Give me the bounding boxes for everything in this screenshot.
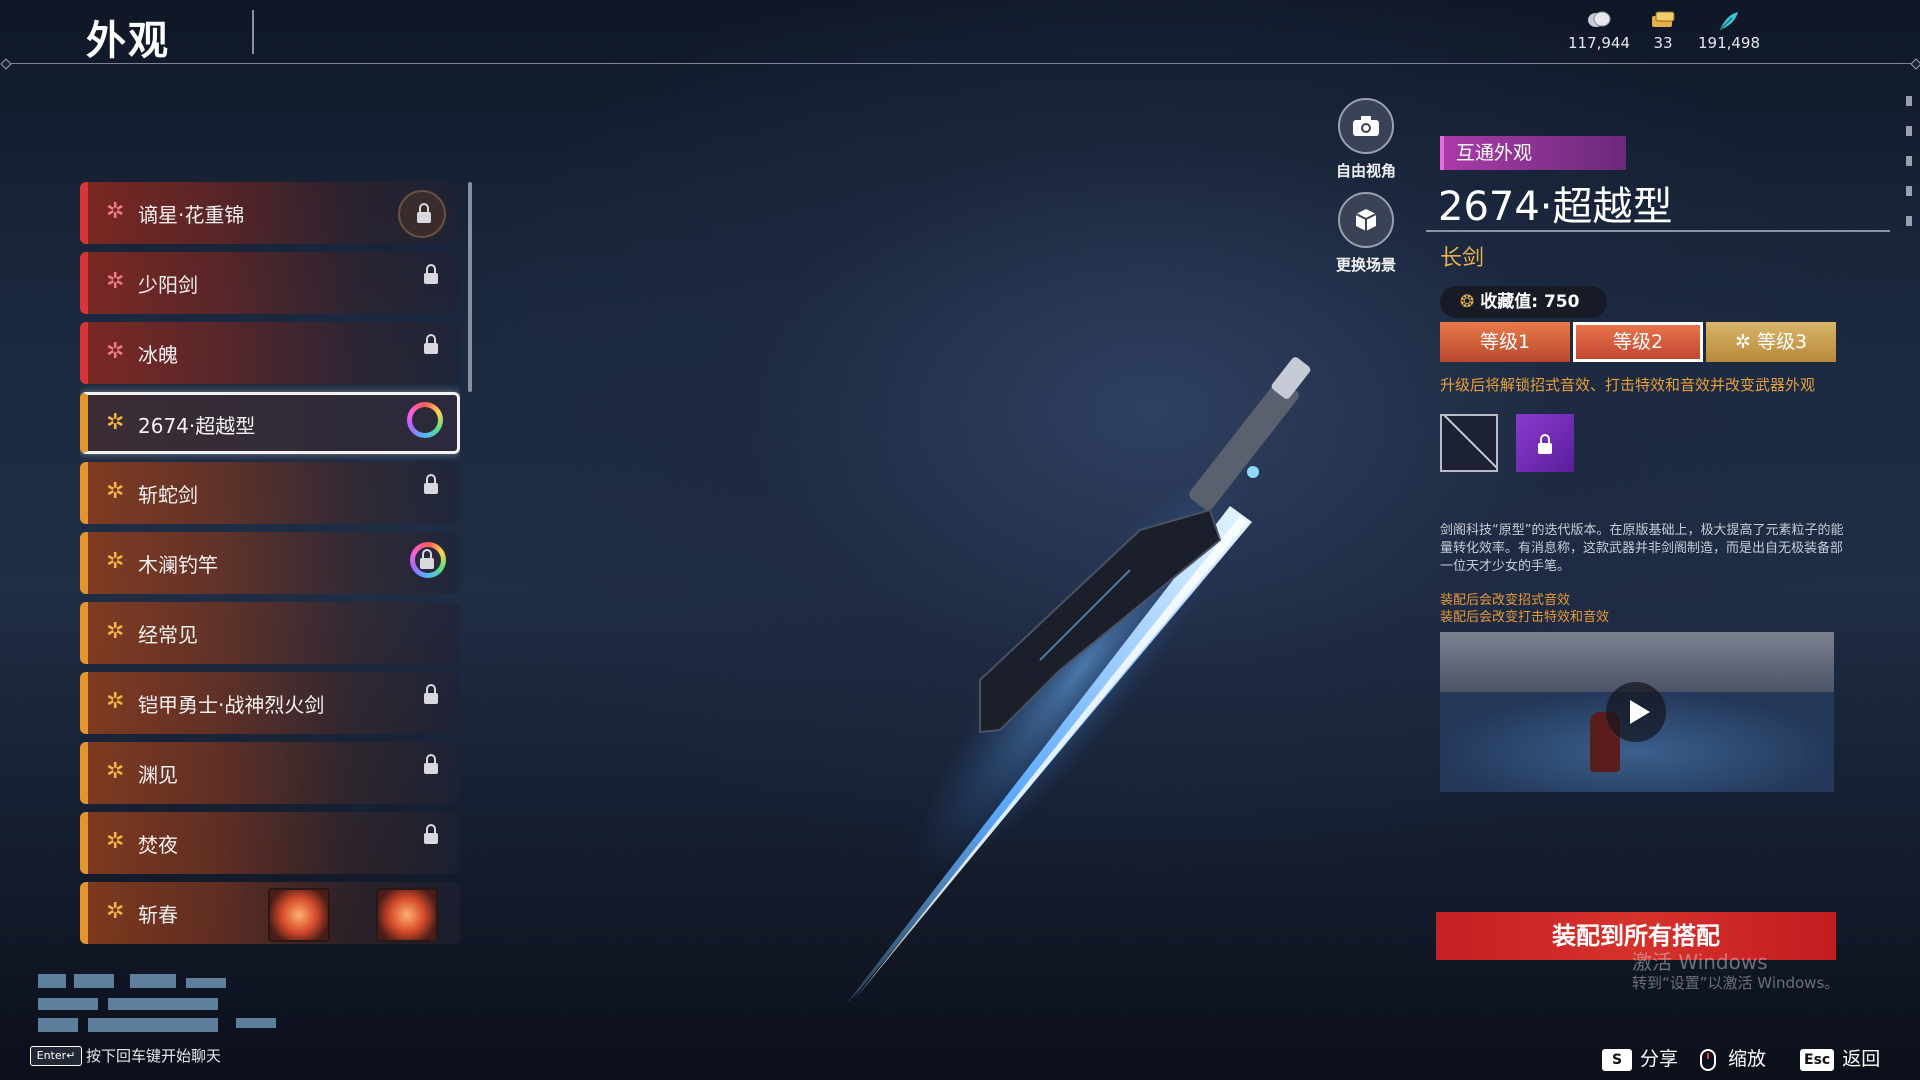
windows-activation-hint: 转到“设置”以激活 Windows。 — [1632, 974, 1840, 992]
list-item-label: 木澜钓竿 — [138, 553, 218, 577]
list-item[interactable]: ✲ 冰魄 — [80, 322, 460, 384]
top-bar: 外观 117,944 33 191,498 — [0, 0, 1920, 64]
enter-key-hint: Enter↵ — [30, 1046, 82, 1066]
rarity-star-icon: ✲ — [106, 410, 125, 435]
currency-feather: 191,498 — [1684, 10, 1774, 52]
chat-hint: 按下回车键开始聊天 — [86, 1047, 222, 1065]
collection-icon: ❂ — [1460, 292, 1475, 312]
effect-line: 装配后会改变打击特效和音效 — [1440, 610, 1610, 625]
rarity-star-icon: ✲ — [106, 619, 125, 644]
rarity-star-icon: ✲ — [106, 759, 125, 784]
preview-video[interactable] — [1440, 632, 1834, 792]
list-item[interactable]: ✲ 斩春 — [80, 882, 460, 944]
mouse-icon — [1700, 1048, 1720, 1071]
share-label: 分享 — [1640, 1048, 1679, 1070]
rainbow-ring-icon — [407, 402, 443, 438]
appearance-list[interactable]: ✲ 谪星·花重锦 ✲ 少阳剑 ✲ 冰魄 ✲ 2674·超越型 ✲ 斩蛇剑 ✲ 木… — [80, 182, 460, 962]
rarity-star-icon: ✲ — [106, 689, 125, 714]
play-icon[interactable] — [1606, 682, 1666, 742]
cube-icon — [1338, 192, 1394, 248]
lock-icon — [417, 203, 431, 223]
lock-icon — [424, 684, 438, 704]
share-key: S — [1602, 1048, 1632, 1071]
appearance-slot-locked[interactable] — [1516, 414, 1574, 472]
round-badge-icon — [398, 190, 446, 238]
esc-key: Esc — [1800, 1048, 1835, 1071]
zoom-label: 缩放 — [1728, 1048, 1767, 1070]
list-item-label: 斩春 — [138, 903, 178, 927]
weapon-type: 长剑 — [1440, 246, 1485, 271]
free-view-button[interactable]: 自由视角 — [1311, 98, 1421, 181]
lantern-icon — [268, 888, 330, 942]
cross-platform-tag: 互通外观 — [1440, 136, 1626, 170]
lock-icon — [424, 334, 438, 354]
feather-icon — [1684, 10, 1774, 32]
camera-icon — [1338, 98, 1394, 154]
unlock-hint: 升级后将解锁招式音效、打击特效和音效并改变武器外观 — [1440, 376, 1816, 394]
list-item-label: 渊见 — [138, 763, 178, 787]
star-icon: ✲ — [1734, 331, 1757, 353]
list-item-selected[interactable]: ✲ 2674·超越型 — [80, 392, 460, 454]
rarity-star-icon: ✲ — [106, 899, 125, 924]
top-divider — [6, 63, 1916, 64]
list-item[interactable]: ✲ 经常见 — [80, 602, 460, 664]
lock-icon — [424, 754, 438, 774]
equip-effects: 装配后会改变招式音效 装配后会改变打击特效和音效 — [1440, 592, 1609, 626]
title-divider-line — [1426, 230, 1890, 232]
item-title: 2674·超越型 — [1438, 184, 1673, 230]
list-item-label: 2674·超越型 — [138, 414, 256, 438]
list-item[interactable]: ✲ 焚夜 — [80, 812, 460, 874]
list-item-label: 少阳剑 — [138, 273, 198, 297]
list-item-label: 斩蛇剑 — [138, 483, 198, 507]
list-item[interactable]: ✲ 少阳剑 — [80, 252, 460, 314]
collection-value-label: 收藏值: 750 — [1480, 292, 1580, 312]
zoom-button[interactable]: 缩放 — [1700, 1044, 1766, 1071]
list-item[interactable]: ✲ 谪星·花重锦 — [80, 182, 460, 244]
lock-icon — [424, 264, 438, 284]
list-item[interactable]: ✲ 铠甲勇士·战神烈火剑 — [80, 672, 460, 734]
list-item-label: 焚夜 — [138, 833, 178, 857]
rarity-star-icon: ✲ — [106, 549, 125, 574]
back-label: 返回 — [1842, 1048, 1881, 1070]
tab-level-3[interactable]: ✲ 等级3 — [1706, 322, 1836, 362]
rarity-star-icon: ✲ — [106, 829, 125, 854]
list-scrollbar[interactable] — [468, 182, 472, 392]
back-button[interactable]: Esc 返回 — [1800, 1044, 1880, 1071]
tab-level-1[interactable]: 等级1 — [1440, 322, 1570, 362]
lock-icon — [424, 824, 438, 844]
right-edge-indicators — [1906, 96, 1914, 246]
lock-icon — [420, 549, 434, 569]
sword-preview[interactable] — [800, 340, 1440, 1020]
rarity-star-icon: ✲ — [106, 269, 125, 294]
title-divider — [252, 10, 254, 54]
rarity-star-icon: ✲ — [106, 339, 125, 364]
appearance-slot-empty[interactable] — [1440, 414, 1498, 472]
change-scene-button[interactable]: 更换场景 — [1311, 192, 1421, 275]
list-item[interactable]: ✲ 渊见 — [80, 742, 460, 804]
rarity-star-icon: ✲ — [106, 479, 125, 504]
lock-icon — [424, 474, 438, 494]
share-button[interactable]: S 分享 — [1602, 1044, 1678, 1071]
list-item-label: 铠甲勇士·战神烈火剑 — [138, 693, 325, 717]
rarity-star-icon: ✲ — [106, 199, 125, 224]
tab-level-2[interactable]: 等级2 — [1573, 322, 1703, 362]
windows-activation-watermark: 激活 Windows — [1632, 950, 1768, 974]
list-item-label: 冰魄 — [138, 343, 178, 367]
list-item[interactable]: ✲ 斩蛇剑 — [80, 462, 460, 524]
free-view-label: 自由视角 — [1335, 162, 1396, 180]
tab-level-3-label: 等级3 — [1756, 331, 1808, 353]
list-item[interactable]: ✲ 木澜钓竿 — [80, 532, 460, 594]
collection-value: ❂ 收藏值: 750 — [1440, 286, 1608, 318]
effect-line: 装配后会改变招式音效 — [1440, 593, 1571, 608]
blurred-chat-messages — [38, 974, 298, 1034]
currency-feather-value: 191,498 — [1697, 34, 1761, 52]
lock-icon — [1538, 434, 1552, 454]
change-scene-label: 更换场景 — [1335, 256, 1396, 274]
list-item-label: 谪星·花重锦 — [138, 203, 245, 227]
item-description: 剑阁科技“原型”的迭代版本。在原版基础上，极大提高了元素粒子的能量转化效率。有消… — [1440, 523, 1844, 574]
page-title: 外观 — [86, 18, 170, 64]
lantern-icon — [376, 888, 438, 942]
list-item-label: 经常见 — [138, 623, 198, 647]
